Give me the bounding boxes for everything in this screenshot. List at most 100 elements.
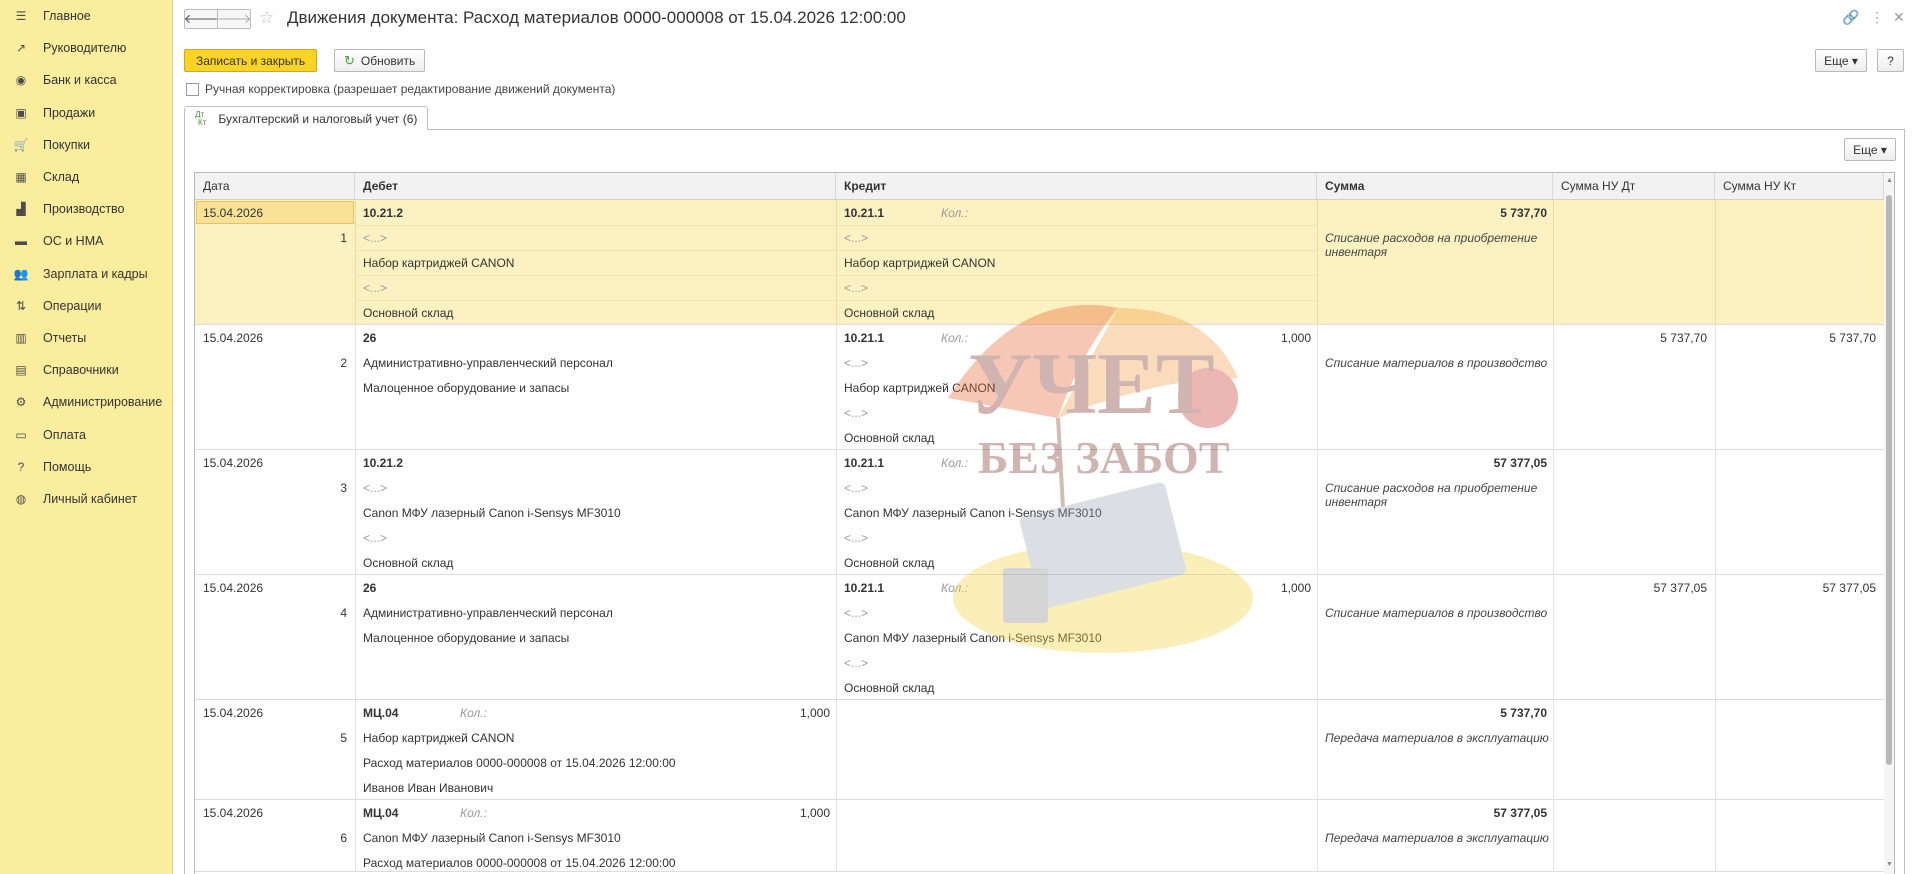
manual-edit-checkbox[interactable]: [186, 82, 199, 96]
people-icon: 👥: [13, 266, 29, 281]
cell-date: 15.04.2026: [203, 581, 264, 595]
table-row[interactable]: 15.04.2026 5 МЦ.04 Кол.: 1,000 Набор картридж…: [195, 700, 1884, 800]
column-separator: [355, 700, 356, 800]
table-row[interactable]: 15.04.2026 4 26 Административно-управленчес…: [195, 575, 1884, 700]
col-header-nu-kt[interactable]: Сумма НУ Кт: [1715, 173, 1884, 199]
cell-debit-subconto: <...>: [363, 231, 388, 245]
bar-chart-icon: ▥: [15, 330, 27, 345]
sidebar-item-14[interactable]: ▭ Оплата: [0, 418, 172, 450]
truck-icon: ▬: [15, 234, 27, 249]
save-and-close-button[interactable]: Записать и закрыть: [184, 49, 318, 72]
vertical-scrollbar[interactable]: ▲ ▼: [1884, 173, 1894, 874]
cell-credit-qty: 1,000: [1280, 581, 1311, 595]
col-header-debit[interactable]: Дебет: [355, 173, 836, 199]
sidebar-item-5[interactable]: 🛒 Покупки: [0, 129, 172, 161]
sidebar: ☰ Главное ↗ Руководителю ◉ Банк и касса ▣ Прода…: [0, 0, 173, 874]
scroll-down-icon[interactable]: ▼: [1886, 861, 1893, 868]
sidebar-item-8[interactable]: ▬ ОС и НМА: [0, 225, 172, 257]
column-separator: [355, 800, 356, 872]
forward-button[interactable]: 🡒: [217, 9, 251, 29]
subline-divider: [355, 300, 1317, 301]
link-icon[interactable]: 🔗: [1842, 9, 1859, 26]
column-separator: [1715, 450, 1716, 575]
col-header-sum[interactable]: Сумма: [1317, 173, 1553, 199]
cell-content: Списание расходов на приобретение инвент…: [1325, 231, 1538, 259]
sidebar-item-4[interactable]: ▣ Продажи: [0, 97, 172, 129]
cell-debit-subconto: Малоценное оборудование и запасы: [363, 631, 570, 645]
column-separator: [355, 450, 356, 575]
column-separator: [1715, 800, 1716, 872]
sidebar-item-3[interactable]: ◉ Банк и касса: [0, 64, 172, 96]
dt-kt-icon: ⇅: [15, 298, 27, 313]
sidebar-item-2[interactable]: ↗ Руководителю: [0, 32, 172, 64]
help-button[interactable]: ?: [1877, 49, 1904, 72]
column-separator: [836, 200, 837, 325]
sidebar-item-label: Зарплата и кадры: [43, 266, 148, 281]
table-row[interactable]: 15.04.2026 6 МЦ.04 Кол.: 1,000 Canon МФУ лазе…: [195, 800, 1884, 872]
cell-content: Списание материалов в производство: [1325, 356, 1548, 370]
cell-debit-subconto: Малоценное оборудование и запасы: [363, 381, 570, 395]
cell-credit-subconto: <...>: [844, 231, 869, 245]
cell-credit-subconto: Canon МФУ лазерный Canon i-Sensys MF3010: [844, 631, 1102, 645]
menu-icon: ☰: [15, 9, 27, 24]
sidebar-item-label: Личный кабинет: [43, 491, 138, 506]
sidebar-item-10[interactable]: ⇅ Операции: [0, 290, 172, 322]
back-button[interactable]: 🡐: [184, 9, 218, 29]
col-header-date[interactable]: Дата: [195, 173, 355, 199]
cell-debit-subconto: <...>: [363, 481, 388, 495]
cell-credit-account: 10.21.1: [844, 581, 885, 595]
sidebar-item-1[interactable]: ☰ Главное: [0, 0, 172, 32]
subline-divider: [355, 225, 1317, 226]
more-button[interactable]: Еще ▾: [1815, 49, 1867, 72]
cell-debit-subconto: <...>: [363, 531, 388, 545]
sidebar-item-12[interactable]: ▤ Справочники: [0, 354, 172, 386]
sidebar-item-11[interactable]: ▥ Отчеты: [0, 322, 172, 354]
tab-accounting[interactable]: Дт Кт Бухгалтерский и налоговый учет (6): [184, 106, 429, 130]
close-icon[interactable]: ✕: [1893, 9, 1905, 26]
sidebar-item-label: Оплата: [43, 427, 86, 442]
cell-debit-qty: 1,000: [799, 706, 830, 720]
cell-line-number: 5: [340, 731, 347, 745]
cell-content: Передача материалов в эксплуатацию: [1325, 831, 1549, 845]
cell-credit-subconto: <...>: [844, 656, 869, 670]
subline-divider: [355, 275, 1317, 276]
favorite-star-icon[interactable]: ☆: [259, 8, 274, 28]
column-separator: [1553, 450, 1554, 575]
table-row[interactable]: 15.04.2026 3 10.21.2 <...> Canon МФУ лазерны…: [195, 450, 1884, 575]
table-row[interactable]: 15.04.2026 1 10.21.2 <...> Набор картриджей …: [195, 200, 1884, 325]
sidebar-item-label: Производство: [43, 202, 125, 217]
scroll-up-icon[interactable]: ▲: [1886, 177, 1893, 184]
grid-more-button[interactable]: Еще ▾: [1844, 138, 1896, 161]
col-header-nu-dt[interactable]: Сумма НУ Дт: [1553, 173, 1715, 199]
cell-debit-account: МЦ.04: [363, 806, 399, 820]
cell-date: 15.04.2026: [203, 456, 264, 470]
cell-sum: 57 377,05: [1493, 456, 1547, 470]
sidebar-item-9[interactable]: 👥 Зарплата и кадры: [0, 258, 172, 290]
cell-debit-account: 10.21.2: [363, 456, 404, 470]
cell-debit-account: 10.21.2: [363, 206, 404, 220]
sidebar-item-7[interactable]: ▟ Производство: [0, 193, 172, 225]
cell-credit-subconto: Основной склад: [844, 681, 935, 695]
sidebar-item-label: Помощь: [43, 459, 92, 474]
table-row[interactable]: 15.04.2026 2 26 Административно-управленчес…: [195, 325, 1884, 450]
sidebar-item-6[interactable]: ▦ Склад: [0, 161, 172, 193]
col-header-credit[interactable]: Кредит: [836, 173, 1317, 199]
scroll-thumb[interactable]: [1886, 195, 1892, 765]
sidebar-item-16[interactable]: ◍ Личный кабинет: [0, 483, 172, 515]
column-separator: [355, 325, 356, 450]
sidebar-item-15[interactable]: ? Помощь: [0, 451, 172, 483]
column-separator: [836, 450, 837, 575]
refresh-button[interactable]: ↻ Обновить: [334, 49, 426, 72]
sidebar-item-13[interactable]: ⚙ Администрирование: [0, 386, 172, 418]
column-separator: [1317, 325, 1318, 450]
coin-icon: ◉: [15, 73, 27, 88]
column-separator: [1553, 200, 1554, 325]
cell-date: 15.04.2026: [203, 206, 264, 220]
cell-line-number: 4: [340, 606, 347, 620]
column-separator: [1553, 325, 1554, 450]
cell-debit-subconto: Административно-управленческий персонал: [363, 606, 613, 620]
manual-edit-label[interactable]: Ручная корректировка (разрешает редактир…: [205, 82, 615, 96]
cell-credit-account: 10.21.1: [844, 456, 885, 470]
more-actions-icon[interactable]: ⋮: [1870, 9, 1884, 26]
cell-content: Списание материалов в производство: [1325, 606, 1548, 620]
